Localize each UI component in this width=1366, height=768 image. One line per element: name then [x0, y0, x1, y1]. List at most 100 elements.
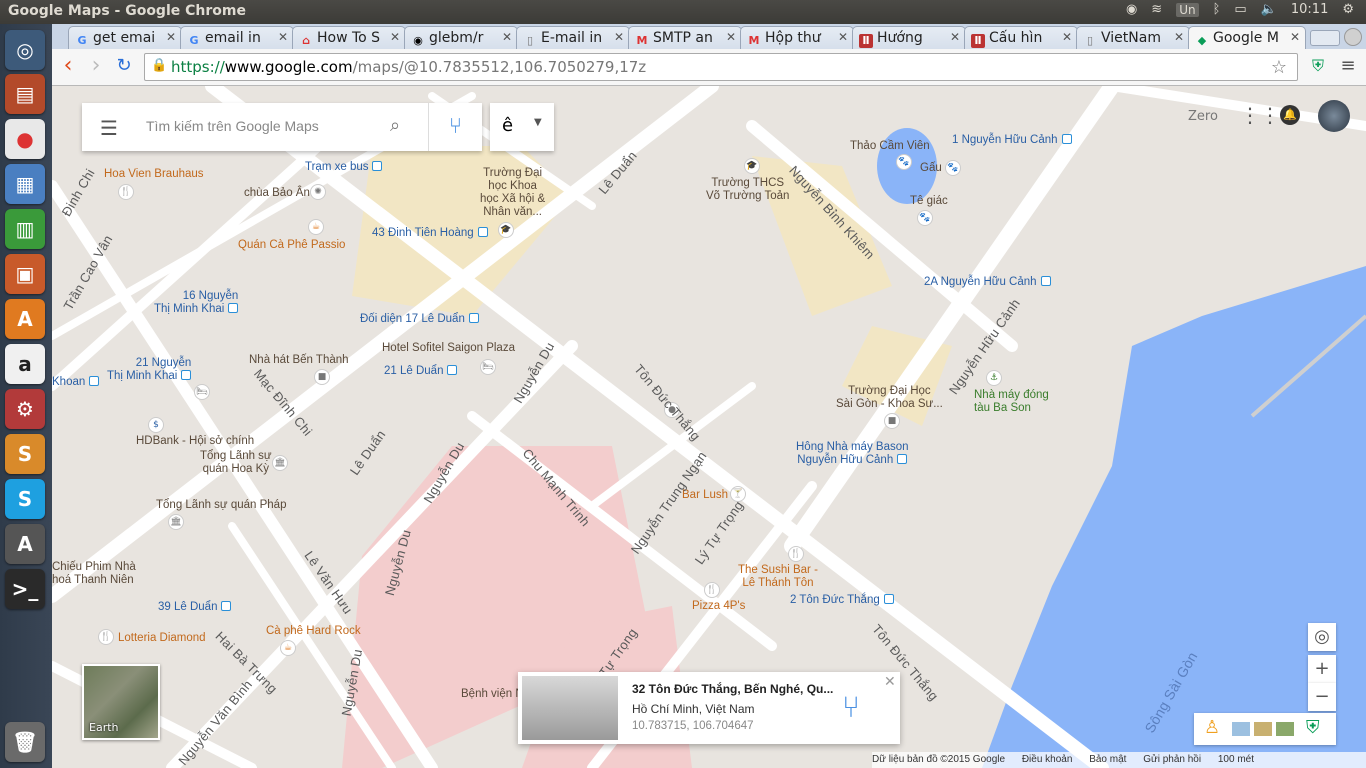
cafe-icon[interactable]: ☕: [280, 640, 296, 656]
paw-icon[interactable]: 🐾: [896, 154, 912, 170]
tab-9[interactable]: ▯ VietNam ✕: [1076, 26, 1190, 49]
label-ntmk-21[interactable]: 21 Nguyễn Thị Minh Khai: [107, 357, 192, 383]
close-icon[interactable]: ✕: [502, 30, 512, 44]
school-icon[interactable]: 🎓: [744, 158, 760, 174]
software-center-icon[interactable]: A: [5, 299, 45, 339]
label-hdbank[interactable]: HDBank - Hội sở chính: [136, 435, 254, 448]
label-tram-xe-bus[interactable]: Trạm xe bus: [305, 161, 383, 174]
hamburger-menu-icon[interactable]: ☰: [100, 116, 118, 140]
avatar[interactable]: [1318, 100, 1350, 132]
close-icon[interactable]: ✕: [1174, 30, 1184, 44]
label-sushi-bar[interactable]: The Sushi Bar - Lê Thánh Tôn: [738, 564, 818, 590]
chrome-icon[interactable]: ●: [5, 119, 45, 159]
document-viewer-icon[interactable]: ▦: [5, 164, 45, 204]
close-icon[interactable]: ✕: [166, 30, 176, 44]
terminal-icon[interactable]: >_: [5, 569, 45, 609]
spreadsheet-icon[interactable]: ▥: [5, 209, 45, 249]
close-icon[interactable]: ✕: [614, 30, 624, 44]
label-dh-saigon[interactable]: Trường Đại Học Sài Gòn - Khoa Sư...: [836, 385, 943, 411]
label-hoa-vien[interactable]: Hoa Vien Brauhaus: [104, 168, 204, 181]
directions-icon[interactable]: ⑂: [428, 103, 482, 151]
label-le-duan-21[interactable]: 21 Lê Duẩn: [384, 365, 458, 378]
label-chua-bao-an[interactable]: chùa Bảo Ân: [244, 187, 310, 200]
route-icon[interactable]: ⑂: [842, 690, 860, 725]
label-nha-may-ba-son[interactable]: Nhà máy đóng tàu Ba Son: [974, 389, 1049, 415]
label-ca-phe-hard-rock[interactable]: Cà phê Hard Rock: [266, 625, 361, 638]
hotel-icon[interactable]: 🛏: [194, 384, 210, 400]
settings-gear-icon[interactable]: ⚙: [1342, 2, 1354, 17]
presentation-icon[interactable]: ▣: [5, 254, 45, 294]
label-thao-cam-vien[interactable]: Thảo Cầm Viên: [850, 140, 930, 153]
new-tab-button[interactable]: [1310, 30, 1340, 46]
label-quan-ca-phe-passio[interactable]: Quán Cà Phê Passio: [238, 239, 345, 252]
chrome-tray-icon[interactable]: ◉: [1126, 2, 1137, 17]
satellite-layer-icon[interactable]: [1276, 722, 1294, 736]
system-settings-icon[interactable]: ⚙: [5, 389, 45, 429]
update-manager-icon[interactable]: A: [5, 524, 45, 564]
notifications-bell-icon[interactable]: 🔔: [1280, 105, 1300, 125]
tab-1[interactable]: Gemail in ✕: [180, 26, 294, 49]
map-canvas[interactable]: Trạm xe bus Hoa Vien Brauhaus 🍴 chùa Bảo…: [52, 86, 1366, 768]
label-khoan[interactable]: Khoan: [52, 376, 100, 389]
label-nha-hat-ben-thanh[interactable]: Nhà hát Bến Thành: [249, 354, 349, 367]
battery-icon[interactable]: ▭: [1234, 2, 1246, 17]
label-doi-dien-17-le-duan[interactable]: Đối diện 17 Lê Duẩn: [360, 313, 479, 326]
sublime-text-icon[interactable]: S: [5, 434, 45, 474]
reload-icon[interactable]: ↻: [112, 55, 136, 79]
label-lotteria[interactable]: Lotteria Diamond: [118, 632, 206, 645]
wifi-icon[interactable]: ≋: [1151, 2, 1162, 17]
shield-extension-icon[interactable]: ⛨: [1306, 55, 1330, 79]
label-te-giac[interactable]: Tê giác: [910, 195, 948, 208]
close-icon[interactable]: ✕: [390, 30, 400, 44]
street-view-thumbnail[interactable]: [522, 676, 618, 740]
tab-5[interactable]: M SMTP an ✕: [628, 26, 742, 49]
label-bar-lush[interactable]: Bar Lush: [682, 489, 728, 502]
files-icon[interactable]: ▤: [5, 74, 45, 114]
label-thcs-vtt[interactable]: Trường THCS Võ Trường Toản: [706, 177, 789, 203]
bank-icon[interactable]: $: [148, 417, 164, 433]
feedback-link[interactable]: Gửi phản hồi: [1143, 754, 1201, 765]
tab-2[interactable]: ⌂ How To S ✕: [292, 26, 406, 49]
dash-home-icon[interactable]: ◎: [5, 30, 45, 70]
tab-8[interactable]: Ⅱ Cấu hìn ✕: [964, 26, 1078, 49]
close-icon[interactable]: ✕: [1290, 30, 1300, 44]
label-chieu-phim[interactable]: Chiếu Phim Nhà hoá Thanh Niên: [52, 561, 136, 587]
close-icon[interactable]: ✕: [950, 30, 960, 44]
label-tong-lanh-su-hoa-ky[interactable]: Tổng Lãnh sự quán Hoa Kỳ: [200, 450, 272, 476]
privacy-link[interactable]: Bảo mật: [1089, 754, 1126, 765]
bluetooth-icon[interactable]: ᛒ: [1213, 2, 1221, 17]
restaurant-icon[interactable]: 🍴: [98, 629, 114, 645]
label-le-duan-39[interactable]: 39 Lê Duẩn: [158, 601, 232, 614]
amazon-icon[interactable]: a: [5, 344, 45, 384]
restaurant-icon[interactable]: 🍴: [704, 582, 720, 598]
school-icon[interactable]: 🎓: [498, 222, 514, 238]
label-nguyen-huu-canh-1[interactable]: 1 Nguyễn Hữu Cảnh: [952, 134, 1072, 147]
chrome-menu-icon[interactable]: ≡: [1336, 55, 1360, 79]
zoom-in-button[interactable]: +: [1308, 655, 1336, 683]
cafe-icon[interactable]: ☕: [308, 219, 324, 235]
close-icon[interactable]: ✕: [838, 30, 848, 44]
tab-0[interactable]: Gget emai ✕: [68, 26, 182, 49]
zoom-out-button[interactable]: −: [1308, 683, 1336, 711]
temple-icon[interactable]: ✺: [310, 184, 326, 200]
tab-7[interactable]: Ⅱ Hướng ✕: [852, 26, 966, 49]
account-name[interactable]: Zero: [1188, 109, 1218, 124]
label-tong-lanh-su-phap[interactable]: Tổng Lãnh sự quán Pháp: [156, 499, 286, 512]
close-icon[interactable]: ✕: [1062, 30, 1072, 44]
terrain-layer-icon[interactable]: [1254, 722, 1272, 736]
trash-icon[interactable]: 🗑: [5, 722, 45, 762]
place-title[interactable]: 32 Tôn Đức Thắng, Bến Nghé, Qu...: [632, 682, 833, 696]
forward-arrow-icon[interactable]: ›: [84, 55, 108, 79]
paw-icon[interactable]: 🐾: [945, 160, 961, 176]
clock[interactable]: 10:11: [1291, 2, 1328, 17]
window-control-button[interactable]: [1344, 28, 1362, 46]
label-dh-khxh[interactable]: Trường Đại học Khoa học Xã hội & Nhân vă…: [480, 167, 545, 219]
shield-extension-icon[interactable]: ⛨: [1306, 717, 1320, 738]
label-ntmk-16[interactable]: 16 Nguyễn Thị Minh Khai: [154, 290, 239, 316]
restaurant-icon[interactable]: 🍴: [118, 184, 134, 200]
tab-10-active[interactable]: ◆ Google M ✕: [1188, 26, 1306, 49]
embassy-icon[interactable]: 🏛: [272, 455, 288, 471]
college-icon[interactable]: ■: [884, 413, 900, 429]
theater-icon[interactable]: ■: [314, 369, 330, 385]
back-arrow-icon[interactable]: ‹: [56, 55, 80, 79]
